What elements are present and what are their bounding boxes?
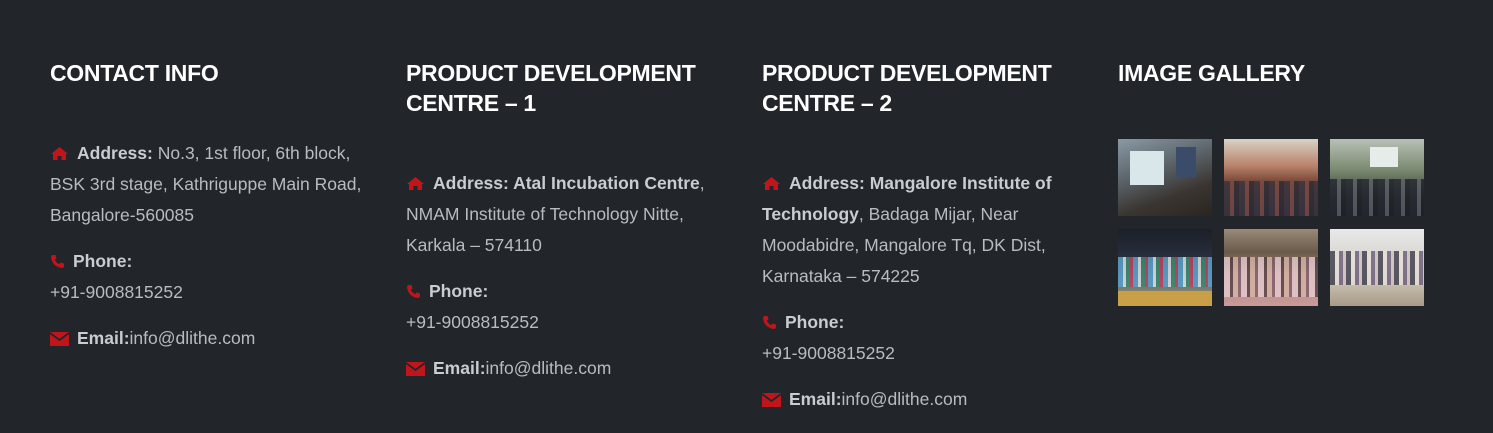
image-gallery-grid: [1118, 139, 1424, 306]
phone-label: Phone:: [429, 281, 489, 301]
image-gallery-heading: IMAGE GALLERY: [1118, 60, 1305, 86]
image-gallery-column: IMAGE GALLERY: [1118, 58, 1448, 306]
contact-address: Address: No.3, 1st floor, 6th block, BSK…: [50, 138, 370, 231]
home-icon: [406, 176, 425, 191]
home-icon: [762, 176, 781, 191]
phone-icon: [406, 284, 421, 299]
phone-label: Phone:: [785, 312, 845, 332]
pdc1-phone: Phone: +91-9008815252: [406, 276, 726, 338]
contact-info-column: CONTACT INFO Address: No.3, 1st floor, 6…: [50, 58, 380, 348]
email-value[interactable]: info@dlithe.com: [130, 328, 256, 348]
pdc2-column: PRODUCT DEVELOPMENT CENTRE – 2 Address: …: [762, 58, 1092, 409]
email-label: Email:: [77, 328, 130, 348]
email-value[interactable]: info@dlithe.com: [842, 389, 968, 409]
phone-value[interactable]: +91-9008815252: [762, 343, 895, 363]
pdc2-heading: PRODUCT DEVELOPMENT CENTRE – 2: [762, 58, 1092, 118]
pdc1-email: Email:info@dlithe.com: [406, 353, 726, 384]
pdc2-phone: Phone: +91-9008815252: [762, 307, 1082, 369]
pdc1-address: Address: Atal Incubation Centre, NMAM In…: [406, 168, 726, 261]
address-label: Address: Atal Incubation Centre: [433, 173, 700, 193]
contact-phone: Phone: +91-9008815252: [50, 246, 370, 308]
email-label: Email:: [433, 358, 486, 378]
pdc2-heading-line1: PRODUCT DEVELOPMENT: [762, 60, 1052, 86]
envelope-icon: [406, 362, 425, 376]
phone-label: Phone:: [73, 251, 133, 271]
pdc2-address: Address: Mangalore Institute of Technolo…: [762, 168, 1082, 292]
pdc1-column: PRODUCT DEVELOPMENT CENTRE – 1 Address: …: [406, 58, 736, 378]
pdc1-heading-line1: PRODUCT DEVELOPMENT: [406, 60, 696, 86]
gallery-image-classroom-presentation[interactable]: [1118, 139, 1212, 216]
phone-icon: [762, 315, 777, 330]
envelope-icon: [50, 332, 69, 346]
gallery-image-classroom-lecture[interactable]: [1330, 139, 1424, 216]
gallery-image-group-photo-staff[interactable]: [1330, 229, 1424, 306]
email-label: Email:: [789, 389, 842, 409]
contact-info-heading: CONTACT INFO: [50, 60, 219, 86]
gallery-image-group-photo-students[interactable]: [1224, 229, 1318, 306]
pdc2-email: Email:info@dlithe.com: [762, 384, 1082, 415]
pdc1-heading-line2: CENTRE – 1: [406, 90, 536, 116]
phone-value[interactable]: +91-9008815252: [406, 312, 539, 332]
phone-value[interactable]: +91-9008815252: [50, 282, 183, 302]
envelope-icon: [762, 393, 781, 407]
home-icon: [50, 146, 69, 161]
email-value[interactable]: info@dlithe.com: [486, 358, 612, 378]
phone-icon: [50, 254, 65, 269]
address-label: Address:: [77, 143, 153, 163]
pdc2-heading-line2: CENTRE – 2: [762, 90, 892, 116]
contact-email: Email:info@dlithe.com: [50, 323, 370, 354]
gallery-image-students-seated-hall[interactable]: [1224, 139, 1318, 216]
gallery-image-group-photo-stage[interactable]: [1118, 229, 1212, 306]
pdc1-heading: PRODUCT DEVELOPMENT CENTRE – 1: [406, 58, 736, 118]
